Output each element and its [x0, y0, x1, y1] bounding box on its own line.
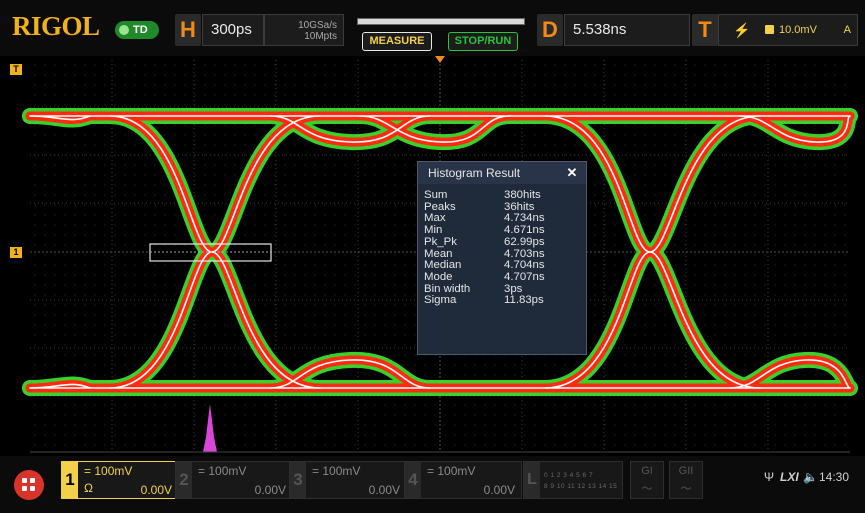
- histogram-title: Histogram Result: [428, 166, 521, 180]
- histogram-result-panel[interactable]: Histogram Result ✕ Sum 380hits Peaks 36hit…: [417, 161, 587, 355]
- stat-value: 62.99ps: [504, 235, 545, 248]
- main-menu-button[interactable]: [14, 470, 44, 500]
- stat-label: Mode: [424, 270, 453, 283]
- channel-1-settings[interactable]: 1 = 100mV Ω 0.00V: [61, 461, 179, 499]
- channel-scale: = 100mV: [427, 464, 476, 478]
- menu-dot-icon: [22, 478, 27, 483]
- usb-icon: Ψ: [764, 470, 775, 484]
- table-row: Mode 4.707ns: [424, 270, 582, 284]
- channel-scale: = 100mV: [312, 464, 361, 478]
- menu-dot-icon: [22, 486, 27, 491]
- channel-number: 2: [176, 462, 192, 498]
- table-row: Peaks 36hits: [424, 201, 582, 214]
- stat-label: Sigma: [424, 294, 457, 307]
- channel-offset: 0.00V: [368, 483, 400, 497]
- decoder-label: GI: [641, 465, 653, 477]
- channel-number: 3: [290, 462, 306, 498]
- decoder-label: GII: [678, 465, 694, 477]
- channel-number: 4: [405, 462, 421, 498]
- channel-offset: 0.00V: [483, 483, 515, 497]
- stat-label: Pk_Pk: [424, 235, 457, 248]
- menu-dot-icon: [30, 486, 35, 491]
- histogram-title-bar[interactable]: Histogram Result ✕: [418, 162, 586, 184]
- stat-value: 380hits: [504, 189, 541, 201]
- trigger-point-marker[interactable]: [435, 56, 445, 63]
- channel-2-settings[interactable]: 2 = 100mV 0.00V: [175, 461, 293, 499]
- channel-3-settings[interactable]: 3 = 100mV 0.00V: [289, 461, 407, 499]
- close-icon[interactable]: ✕: [564, 166, 580, 180]
- table-row: Sum 380hits: [424, 189, 582, 202]
- table-row: Pk_Pk 62.99ps: [424, 235, 582, 249]
- decoder-2-button[interactable]: GII 〜: [669, 461, 703, 499]
- table-row: Max 4.734ns: [424, 213, 582, 225]
- histogram-table: Sum 380hits Peaks 36hits Max 4.734ns Min 4.6…: [424, 189, 582, 307]
- speaker-icon[interactable]: 🔈: [803, 470, 818, 484]
- lxi-icon: LXI: [780, 470, 799, 484]
- decoder-wave-icon: 〜: [680, 483, 692, 495]
- logic-channels-low: 0 1 2 3 4 5 6 7: [544, 472, 594, 479]
- channel-scale: = 100mV: [84, 464, 133, 478]
- channel-4-settings[interactable]: 4 = 100mV 0.00V: [404, 461, 522, 499]
- logic-analyzer-settings[interactable]: L 0 1 2 3 4 5 6 7 8 9 10 11 12 13 14 15: [523, 461, 623, 499]
- clock-time: 14:30: [819, 470, 850, 484]
- channel1-offset-marker[interactable]: 1: [10, 247, 22, 258]
- channel-offset: 0.00V: [140, 483, 172, 497]
- decoder-wave-icon: 〜: [641, 483, 653, 495]
- decoder-1-button[interactable]: GI 〜: [630, 461, 664, 499]
- stat-label: Sum: [424, 189, 448, 201]
- channel-impedance: Ω: [84, 481, 93, 495]
- logic-letter: L: [524, 462, 540, 498]
- channel-offset: 0.00V: [254, 483, 286, 497]
- trigger-position-marker[interactable]: T: [10, 64, 22, 75]
- menu-dot-icon: [30, 478, 35, 483]
- stat-value: 11.83ps: [504, 294, 544, 307]
- channel-scale: = 100mV: [198, 464, 247, 478]
- channel-number: 1: [62, 462, 78, 498]
- stat-value: 4.707ns: [504, 270, 545, 283]
- table-row: Sigma 11.83ps: [424, 295, 582, 307]
- logic-channels-high: 8 9 10 11 12 13 14 15: [544, 483, 618, 490]
